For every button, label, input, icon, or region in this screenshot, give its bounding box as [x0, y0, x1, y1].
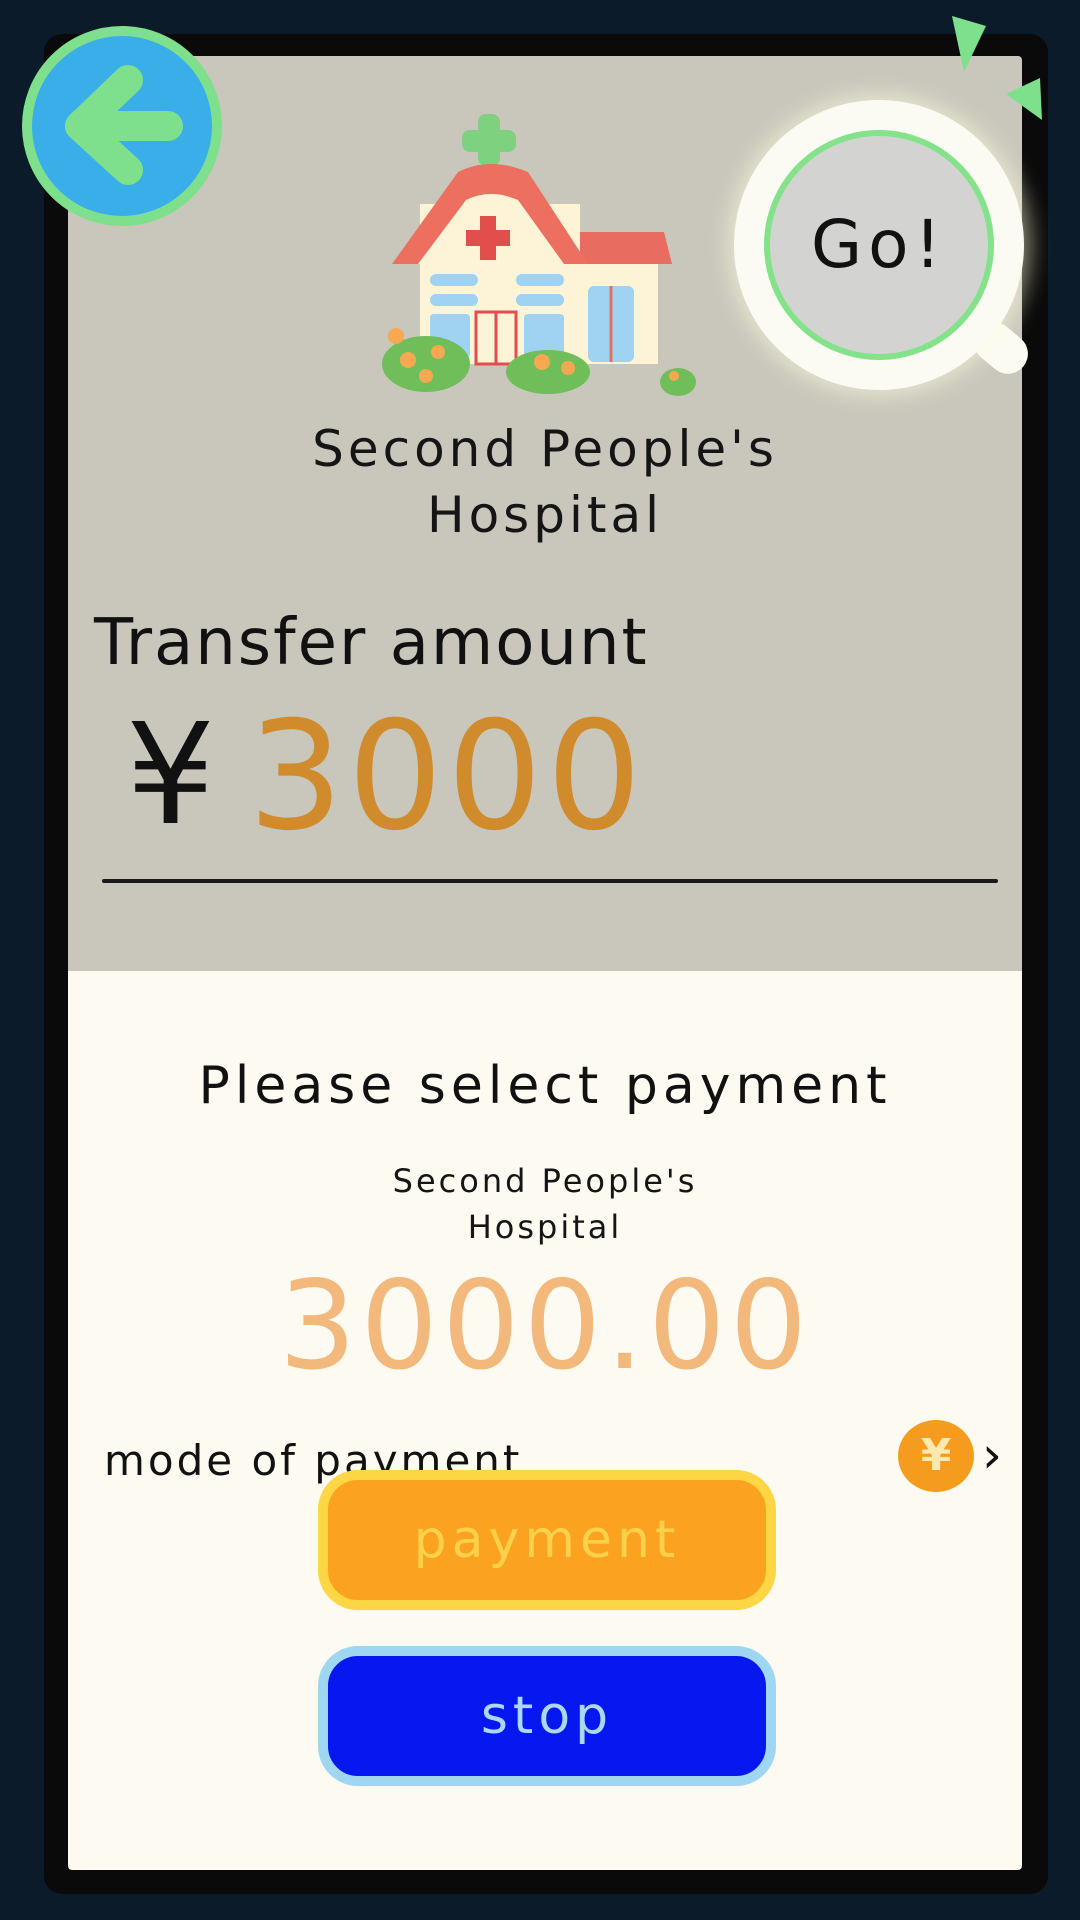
go-magnifier-button[interactable]: Go! [734, 100, 1037, 396]
payment-amount: 3000.00 [278, 1255, 812, 1397]
yuan-coin-icon: ¥ [898, 1420, 974, 1492]
payment-sheet-title: Please select payment [198, 1056, 892, 1116]
currency-symbol: ¥ [126, 694, 216, 857]
merchant-name: Second People's Hospital [312, 420, 778, 544]
transfer-amount-label: Transfer amount [94, 606, 649, 680]
hospital-illustration [382, 114, 696, 396]
transfer-amount-input[interactable]: 3000 [248, 692, 646, 862]
payment-mode-selector[interactable]: ¥ › [888, 1418, 1014, 1496]
sparkle-icon [952, 16, 1042, 120]
go-label: Go! [811, 206, 947, 283]
payment-merchant-name: Second People's Hospital [392, 1162, 698, 1246]
amount-underline [102, 879, 998, 883]
chevron-right-icon: › [982, 1426, 1002, 1484]
payment-button[interactable]: payment [318, 1470, 776, 1610]
arrow-left-icon [65, 65, 183, 185]
stop-button[interactable]: stop [318, 1646, 776, 1786]
back-button[interactable] [22, 26, 222, 226]
